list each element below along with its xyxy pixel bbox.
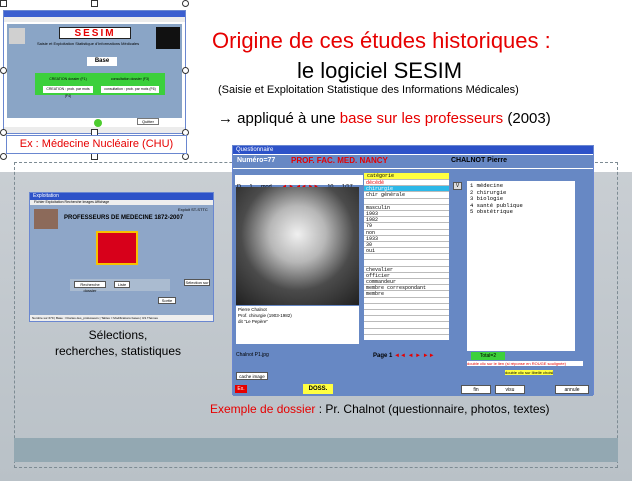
bottom-band xyxy=(14,438,618,462)
quest-page-arrows[interactable]: ◄◄ ◄ ► ►► xyxy=(394,353,435,359)
quest-portrait-photo xyxy=(236,187,359,305)
expl-topright: Exploit ST-STTC xyxy=(178,207,208,212)
expl-heading: PROFESSEURS DE MEDECINE 1872-2007 xyxy=(64,215,184,221)
quest-prof-label: PROF. FAC. MED. NANCY xyxy=(291,156,388,165)
exploitation-app-window: Exploitation Fichier Exploitation Recher… xyxy=(29,192,214,322)
title-line1: Origine de ces études historiques : xyxy=(212,28,551,53)
quest-fin-button[interactable]: fin xyxy=(461,385,491,394)
quest-photo-caption: Pierre Chalnot Prof. chirurgie (1903-198… xyxy=(236,306,359,344)
quest-name: CHALNOT Pierre xyxy=(451,157,508,164)
quest-hint-label: double clic sur libellé choisi xyxy=(505,370,554,375)
sesim-consult-words-button[interactable]: consultation : prob. par mots (F6) xyxy=(101,86,159,93)
expl-sortie-button[interactable]: Sortie xyxy=(158,297,176,304)
subtitle: (Saisie et Exploitation Statistique des … xyxy=(218,84,519,96)
quest-nav-row: D 1 mod. ◄ ► ◄◄ ►► 10 1/17 xyxy=(235,175,363,190)
sesim-logo: SESIM xyxy=(59,27,131,39)
quest-total: Total=2 xyxy=(471,352,505,360)
caption-left-line1: Sélections, xyxy=(88,328,148,342)
quest-fields: catégorie décédé chirurgie chir générale… xyxy=(364,173,449,340)
quest-visu-button[interactable]: visu xyxy=(495,385,525,394)
sesim-create-words-button[interactable]: CREATION : prob. par mots (F4) xyxy=(43,86,93,98)
example-label: Ex : Médecine Nucléaire (CHU) xyxy=(6,135,187,154)
caption-right: Exemple de dossier : Pr. Chalnot (questi… xyxy=(210,402,550,416)
expl-liste-button[interactable]: Liste xyxy=(114,281,130,288)
quest-bottom-bar xyxy=(233,384,593,396)
quest-page-label: Page 1 ◄◄ ◄ ► ►► xyxy=(373,353,435,359)
caption-left: Sélections, recherches, statistiques xyxy=(38,327,198,359)
sesim-left-icon xyxy=(9,28,25,44)
applied-highlight: base sur les professeurs xyxy=(339,110,504,127)
quest-profile-list: 1 médecine 2 chirurgie 3 biologie 4 sant… xyxy=(467,181,575,351)
quest-ex-button[interactable]: Ex. xyxy=(235,385,247,393)
quest-titlebar: Questionnaire xyxy=(233,146,593,154)
sesim-base-button[interactable]: Base xyxy=(87,57,117,66)
quest-field[interactable] xyxy=(364,329,449,335)
quest-list-item[interactable]: 5 obstétrique xyxy=(470,208,572,216)
expl-titlebar: Exploitation xyxy=(30,193,213,200)
quest-numero: Numéro=77 xyxy=(237,157,276,164)
applied-line: → appliqué à une base sur les professeur… xyxy=(218,110,551,127)
sesim-phantom-image xyxy=(156,27,180,49)
sesim-menubar xyxy=(4,17,185,22)
handle-ml[interactable] xyxy=(0,67,7,74)
handle-tr[interactable] xyxy=(182,0,189,7)
handle-tl[interactable] xyxy=(0,0,7,7)
questionnaire-app-window: Questionnaire Numéro=77 PROF. FAC. MED. … xyxy=(232,145,594,396)
quest-hint-link: double clic sur le lien (si réponse en R… xyxy=(467,361,583,366)
handle-label-bm[interactable] xyxy=(91,153,98,160)
quest-headbar xyxy=(233,155,593,168)
sesim-main-panel: SESIM Saisie et Exploitation Statistique… xyxy=(7,24,182,127)
caption-right-prefix: Exemple de dossier xyxy=(210,402,316,416)
applied-prefix: → appliqué à une xyxy=(218,110,340,127)
sesim-app-window: SESIM Saisie et Exploitation Statistique… xyxy=(3,10,186,134)
expl-selection-button[interactable]: Sélection sur xyxy=(184,279,210,286)
expl-recherche-button[interactable]: Recherche dossier xyxy=(74,281,106,293)
expl-portrait xyxy=(34,209,58,229)
expl-statusbar: Nombre sur 679 | Base : //Cartes des_pro… xyxy=(30,315,213,321)
expl-menubar: Fichier Exploitation Recherche Images Af… xyxy=(30,200,213,205)
quest-doss-label: DOSS. xyxy=(303,384,333,394)
quest-category-header: catégorie xyxy=(364,173,449,180)
handle-label-br[interactable] xyxy=(182,153,189,160)
handle-label-bl[interactable] xyxy=(0,153,7,160)
quest-cache-image-button[interactable]: cache image xyxy=(236,372,268,380)
caption-left-line2: recherches, statistiques xyxy=(54,344,182,358)
sesim-consult-button[interactable]: consultation dossier (F3) xyxy=(101,76,159,83)
sesim-quit-button[interactable]: Quitter xyxy=(137,118,159,125)
applied-suffix: (2003) xyxy=(503,110,551,127)
quest-annule-button[interactable]: annule xyxy=(555,385,589,394)
quest-v-button[interactable]: V xyxy=(453,182,462,190)
expl-seal-image xyxy=(96,231,138,265)
sesim-green-dot xyxy=(94,119,102,127)
handle-mr[interactable] xyxy=(182,67,189,74)
title-line2: le logiciel SESIM xyxy=(297,58,463,83)
handle-tm[interactable] xyxy=(91,0,98,7)
quest-filename: Chalnot P1.jpg xyxy=(236,352,269,358)
sesim-subtitle: Saisie et Exploitation Statistique d'Inf… xyxy=(37,41,140,46)
sesim-create-button[interactable]: CREATION dossier (F1) xyxy=(43,76,93,83)
quest-page: Page 1 xyxy=(373,353,393,359)
caption-right-suffix: : Pr. Chalnot (questionnaire, photos, te… xyxy=(315,402,550,416)
